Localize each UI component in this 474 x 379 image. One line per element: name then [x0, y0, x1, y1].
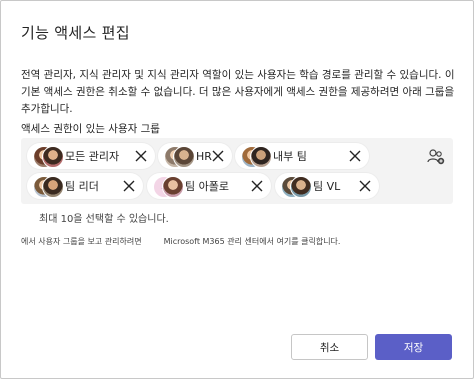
avatar-pair-icon: A — [153, 173, 184, 199]
edit-feature-access-dialog: 기능 액세스 편집 전역 관리자, 지식 관리자 및 지식 관리자 역할이 있는… — [0, 0, 474, 379]
remove-icon[interactable] — [210, 148, 226, 164]
group-chip: 내부 팀 — [235, 143, 369, 169]
cancel-button[interactable]: 취소 — [291, 334, 368, 360]
max-selection-helper: 최대 10을 선택할 수 있습니다. — [39, 214, 169, 225]
manage-groups-text: 에서 사용자 그룹을 보고 관리하려면 Microsoft M365 관리 센터에… — [21, 236, 340, 247]
group-chip-label: 모든 관리자 — [65, 150, 120, 163]
admin-center-link[interactable]: Microsoft M365 관리 센터에서 여기를 클릭합니다. — [164, 237, 341, 246]
avatar-pair-icon — [281, 173, 312, 199]
remove-icon[interactable] — [347, 148, 363, 164]
group-chip-label: 팀 VL — [313, 180, 341, 193]
group-chip: 팀 VL — [275, 173, 379, 199]
user-group-picker[interactable]: 모든 관리자 HR 내부 팀 팀 리더 팀 아폴로 팀 VL — [21, 138, 453, 204]
dialog-title: 기능 액세스 편집 — [21, 24, 130, 42]
avatar-pair-icon — [33, 173, 64, 199]
remove-icon[interactable] — [357, 178, 373, 194]
remove-icon[interactable] — [121, 178, 137, 194]
avatar-pair-icon — [164, 143, 195, 169]
group-chip: 모든 관리자 — [27, 143, 155, 169]
avatar-pair-icon — [33, 143, 64, 169]
group-chip: A 팀 아폴로 — [147, 173, 271, 199]
group-chip: 팀 리더 — [27, 173, 143, 199]
group-chip: HR — [158, 143, 232, 169]
manage-groups-prefix: 에서 사용자 그룹을 보고 관리하려면 — [21, 237, 142, 246]
group-chip-label: 내부 팀 — [273, 150, 307, 163]
dialog-description: 전역 관리자, 지식 관리자 및 지식 관리자 역할이 있는 사용자는 학습 경… — [21, 69, 455, 115]
avatar-pair-icon — [241, 143, 272, 169]
group-chip-label: 팀 리더 — [65, 180, 99, 193]
remove-icon[interactable] — [133, 148, 149, 164]
group-section-label: 액세스 권한이 있는 사용자 그룹 — [21, 123, 160, 135]
remove-icon[interactable] — [249, 178, 265, 194]
add-group-icon[interactable] — [427, 148, 445, 166]
group-chip-label: 팀 아폴로 — [185, 180, 229, 193]
save-button[interactable]: 저장 — [375, 334, 452, 360]
